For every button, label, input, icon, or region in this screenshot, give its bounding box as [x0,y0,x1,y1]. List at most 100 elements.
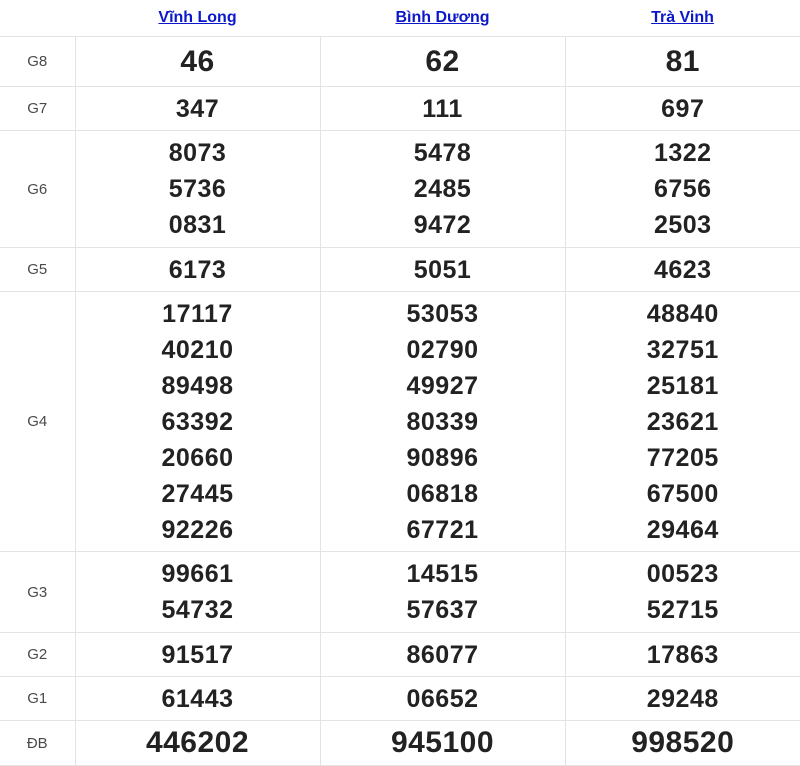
prize-number: 23621 [566,404,800,440]
prize-cell: 99661 54732 [75,552,320,633]
prize-number: 46 [76,44,320,80]
prize-number: 32751 [566,332,800,368]
prize-label: ĐB [0,721,75,766]
prize-cell: 4623 [565,248,800,292]
prize-cell: 14515 57637 [320,552,565,633]
prize-number: 6756 [566,171,800,207]
prize-number: 17117 [76,296,320,332]
prize-row-g5: G5 6173 5051 4623 [0,248,800,292]
prize-cell: 48840 32751 25181 23621 77205 67500 2946… [565,292,800,552]
prize-number: 53053 [321,296,565,332]
prize-cell: 998520 [565,721,800,766]
prize-cell: 1322 6756 2503 [565,131,800,248]
prize-cell: 446202 [75,721,320,766]
prize-cell: 8073 5736 0831 [75,131,320,248]
prize-number: 25181 [566,368,800,404]
prize-number: 06652 [321,681,565,717]
prize-number: 91517 [76,637,320,673]
province-link-vinh-long[interactable]: Vĩnh Long [158,9,236,26]
prize-label: G6 [0,131,75,248]
header-province-3: Trà Vinh [565,0,800,37]
prize-cell: 945100 [320,721,565,766]
prize-number: 1322 [566,135,800,171]
prize-number: 4623 [566,252,800,288]
prize-number: 14515 [321,556,565,592]
prize-row-g7: G7 347 111 697 [0,87,800,131]
prize-row-g6: G6 8073 5736 0831 5478 2485 9472 1322 67… [0,131,800,248]
prize-label: G2 [0,633,75,677]
prize-number: 81 [566,44,800,80]
lottery-results-table: Vĩnh Long Bình Dương Trà Vinh G8 46 62 8… [0,0,800,766]
prize-number: 347 [76,91,320,127]
prize-number: 29248 [566,681,800,717]
prize-cell: 81 [565,37,800,87]
prize-label: G1 [0,677,75,721]
prize-cell: 86077 [320,633,565,677]
prize-number: 998520 [566,725,800,761]
prize-number: 2485 [321,171,565,207]
prize-number: 61443 [76,681,320,717]
prize-row-g1: G1 61443 06652 29248 [0,677,800,721]
prize-number: 57637 [321,592,565,628]
prize-number: 40210 [76,332,320,368]
prize-cell: 17117 40210 89498 63392 20660 27445 9222… [75,292,320,552]
prize-cell: 5478 2485 9472 [320,131,565,248]
prize-number: 80339 [321,404,565,440]
prize-number: 00523 [566,556,800,592]
prize-number: 6173 [76,252,320,288]
prize-number: 06818 [321,476,565,512]
prize-number: 5736 [76,171,320,207]
prize-label: G7 [0,87,75,131]
prize-number: 697 [566,91,800,127]
prize-number: 99661 [76,556,320,592]
prize-number: 945100 [321,725,565,761]
prize-number: 27445 [76,476,320,512]
prize-number: 92226 [76,512,320,548]
header-row: Vĩnh Long Bình Dương Trà Vinh [0,0,800,37]
prize-number: 63392 [76,404,320,440]
prize-label: G8 [0,37,75,87]
prize-cell: 111 [320,87,565,131]
prize-cell: 6173 [75,248,320,292]
province-link-tra-vinh[interactable]: Trà Vinh [651,9,714,26]
prize-number: 02790 [321,332,565,368]
prize-label: G5 [0,248,75,292]
prize-number: 111 [321,91,565,127]
prize-cell: 17863 [565,633,800,677]
prize-number: 90896 [321,440,565,476]
prize-cell: 62 [320,37,565,87]
prize-row-g2: G2 91517 86077 17863 [0,633,800,677]
header-province-1: Vĩnh Long [75,0,320,37]
prize-number: 48840 [566,296,800,332]
prize-number: 5478 [321,135,565,171]
prize-number: 89498 [76,368,320,404]
prize-cell: 697 [565,87,800,131]
prize-row-special: ĐB 446202 945100 998520 [0,721,800,766]
prize-number: 54732 [76,592,320,628]
prize-number: 67500 [566,476,800,512]
prize-number: 5051 [321,252,565,288]
prize-cell: 5051 [320,248,565,292]
prize-number: 17863 [566,637,800,673]
prize-number: 20660 [76,440,320,476]
prize-number: 446202 [76,725,320,761]
prize-number: 52715 [566,592,800,628]
prize-number: 49927 [321,368,565,404]
prize-cell: 06652 [320,677,565,721]
prize-number: 2503 [566,207,800,243]
prize-cell: 61443 [75,677,320,721]
header-blank [0,0,75,37]
prize-number: 0831 [76,207,320,243]
prize-row-g4: G4 17117 40210 89498 63392 20660 27445 9… [0,292,800,552]
prize-number: 29464 [566,512,800,548]
province-link-binh-duong[interactable]: Bình Dương [395,9,489,26]
prize-cell: 53053 02790 49927 80339 90896 06818 6772… [320,292,565,552]
prize-number: 77205 [566,440,800,476]
prize-number: 9472 [321,207,565,243]
prize-cell: 46 [75,37,320,87]
prize-cell: 91517 [75,633,320,677]
prize-row-g8: G8 46 62 81 [0,37,800,87]
prize-label: G4 [0,292,75,552]
prize-cell: 00523 52715 [565,552,800,633]
prize-number: 67721 [321,512,565,548]
